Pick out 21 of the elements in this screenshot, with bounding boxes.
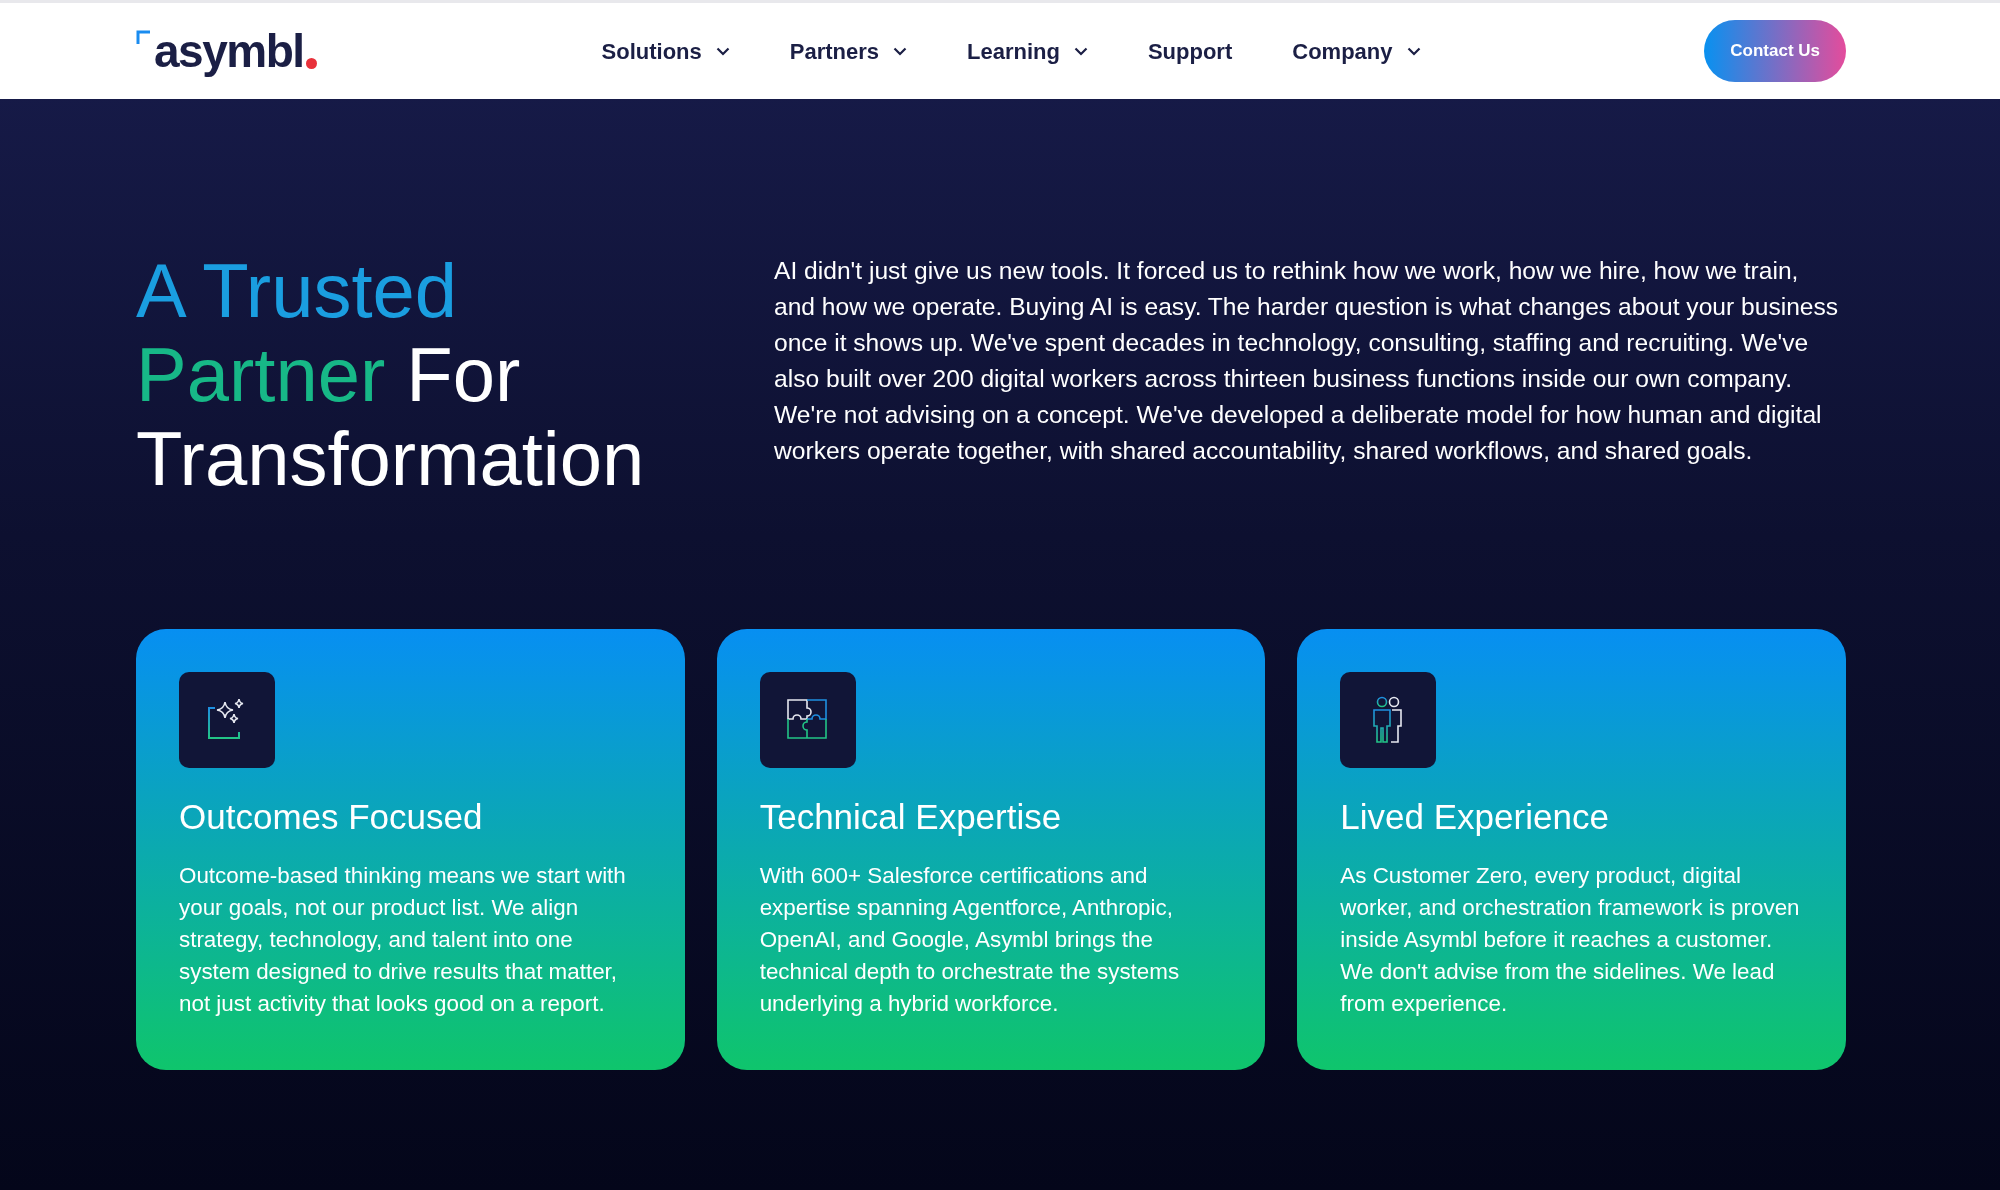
card-text: With 600+ Salesforce certifications and expertise spanning Agentforce, Anthropic, OpenAI, and Google, Asymbl brings the technical depth to orchestrate the systems underlying a hybrid workforce. (759, 862, 1181, 1018)
card-title: Outcomes Focused (179, 796, 484, 838)
nav-link[interactable]: Company (1292, 30, 1421, 72)
intro-paragraph: AI didn't just give us new tools. It forced us to rethink how we work, how we hire, how we train, and how we operate. Buying AI is easy. The harder question is what changes about your business once it shows up. We've spent decades in technology, consulting, staffing and recruiting. We've also built over 200 digital workers across thirteen business functions inside our own company. We're not advising on a concept. We've developed a deliberate model for how human and digital workers operate together, with shared accountability, shared workflows, and shared goals. (774, 256, 1840, 466)
contact-us-button[interactable]: Contact Us (1704, 20, 1846, 82)
chevron-down-icon (893, 46, 908, 56)
card-title: Lived Experience (1340, 796, 1610, 838)
nav-link[interactable]: Solutions (601, 30, 730, 72)
card-title: Technical Expertise (759, 796, 1063, 838)
chevron-down-icon (1073, 46, 1088, 56)
card-text: Outcome-based thinking means we start with your goals, not our product list. We align strategy, technology, and talent into one system designed to drive results that matter, not just activity that looks good on a report. (179, 862, 627, 1018)
hero-heading: A Trusted Partner For Transformation (136, 249, 646, 501)
dot-icon (305, 58, 317, 69)
chevron-down-icon (1406, 46, 1421, 56)
puzzle-icon (785, 698, 830, 742)
nav-link[interactable]: Learning (967, 30, 1088, 72)
card-text: As Customer Zero, every product, digital worker, and orchestration framework is proven inside Asymbl before it reaches a customer. We don't advise from the sidelines. We lead from experience. (1340, 862, 1801, 1018)
chevron-down-icon (715, 46, 730, 56)
nav-link[interactable]: Support (1147, 30, 1233, 72)
bracket-icon (136, 30, 152, 46)
nav-link[interactable]: Partners (789, 30, 908, 72)
